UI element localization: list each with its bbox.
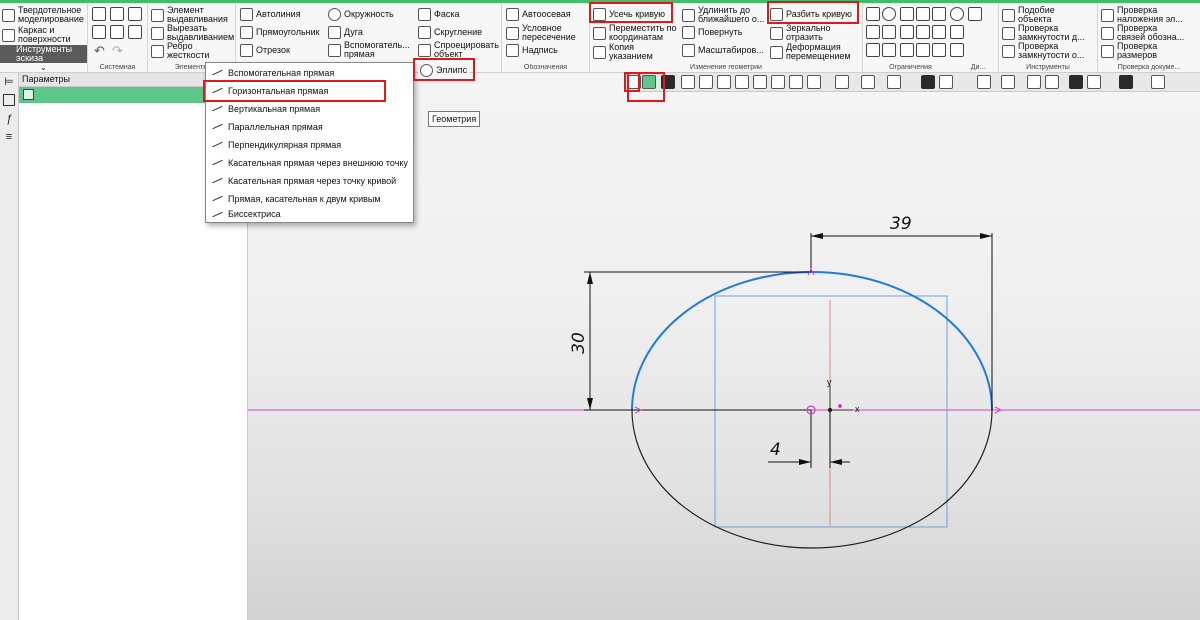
dim39-arrow-right (980, 233, 992, 239)
dim30-arrow-top (587, 272, 593, 284)
menu-item-vertical-line[interactable]: Вертикальная прямая (207, 100, 412, 117)
tangent-two-curves-icon (211, 192, 224, 205)
parallel-line-icon (211, 120, 224, 133)
bisector-icon (211, 208, 224, 221)
origin-point[interactable] (827, 407, 833, 413)
menu-item-horizontal-line[interactable]: Горизонтальная прямая (207, 82, 412, 99)
horizontal-line-icon (211, 84, 224, 97)
menu-item-tangent-external-point[interactable]: Касательная прямая через внешнюю точку (207, 154, 412, 171)
dimension-offset-value[interactable]: 4 (770, 440, 781, 460)
ellipse-upper-arc[interactable] (631, 271, 993, 411)
ellipse-icon (420, 64, 433, 77)
sketch-drawing (248, 65, 1200, 549)
menu-item-bisector[interactable]: Биссектриса (207, 208, 412, 220)
vertical-line-icon (211, 102, 224, 115)
ellipse-button[interactable]: Эллипс (418, 63, 470, 78)
dim30-arrow-bottom (587, 398, 593, 410)
menu-item-parallel-line[interactable]: Параллельная прямая (207, 118, 412, 135)
constraint-marker (838, 404, 842, 408)
dim4-arrow-left (799, 459, 811, 465)
tangent-curve-icon (211, 174, 224, 187)
dim4-arrow-right (830, 459, 842, 465)
origin-x-label: x (855, 404, 860, 414)
geometry-dropdown-menu: Вспомогательная прямая Горизонтальная пр… (205, 62, 414, 223)
dimension-width-value[interactable]: 39 (890, 214, 912, 234)
tangent-external-icon (211, 156, 224, 169)
perpendicular-line-icon (211, 138, 224, 151)
highlight-geometry-icon (627, 72, 665, 102)
dimension-height-value[interactable]: 30 (569, 332, 589, 354)
origin-y-label: y (827, 377, 832, 387)
dim39-arrow-left (811, 233, 823, 239)
geometry-tooltip: Геометрия (428, 111, 481, 127)
menu-item-perpendicular-line[interactable]: Перпендикулярная прямая (207, 136, 412, 153)
menu-item-tangent-two-curves[interactable]: Прямая, касательная к двум кривым (207, 190, 412, 207)
menu-item-auxiliary-line[interactable]: Вспомогательная прямая (207, 64, 412, 81)
menu-item-tangent-curve-point[interactable]: Касательная прямая через точку кривой (207, 172, 412, 189)
auxiliary-line-icon (211, 66, 224, 79)
